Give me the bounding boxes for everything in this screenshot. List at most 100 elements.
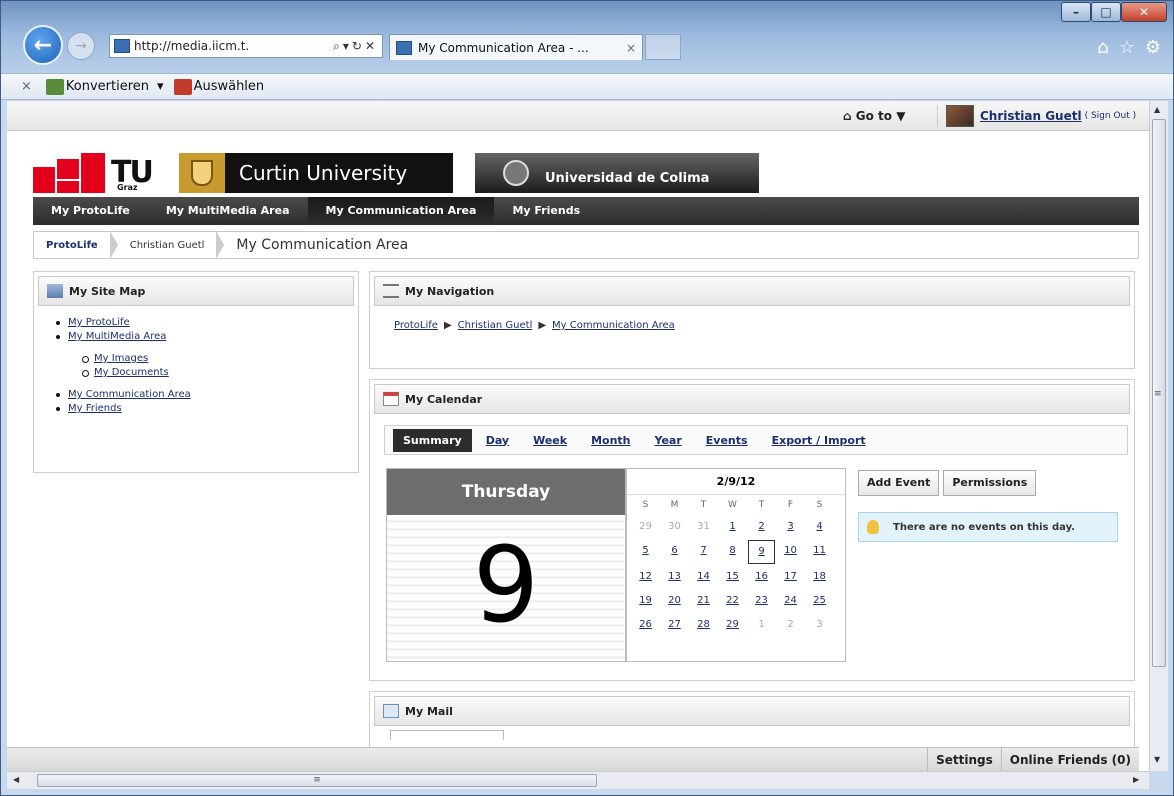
browser-tools: ⌂ ☆ ⚙ (1097, 37, 1161, 58)
tab-week[interactable]: Week (533, 434, 567, 447)
sitemap-my-images[interactable]: My Images (82, 352, 358, 366)
calendar-day[interactable]: 27 (660, 613, 689, 637)
calendar-day[interactable]: 29 (718, 613, 747, 637)
tab-year[interactable]: Year (655, 434, 682, 447)
calendar-day[interactable]: 7 (689, 539, 718, 563)
calendar-day[interactable]: 6 (660, 539, 689, 563)
settings-button[interactable]: Settings (927, 748, 1001, 771)
calendar-day[interactable]: 3 (776, 515, 805, 539)
page-viewport: ⌂ Go to ▼ Christian Guetl ( Sign Out ) T… (7, 101, 1149, 771)
calendar-day[interactable]: 26 (631, 613, 660, 637)
new-tab-button[interactable] (645, 34, 681, 60)
tab-day[interactable]: Day (486, 434, 509, 447)
calendar-day[interactable]: 19 (631, 589, 660, 613)
back-button[interactable]: ← (23, 25, 63, 65)
scroll-up-icon[interactable]: ▲ (1154, 105, 1160, 114)
curtin-crest-icon (179, 153, 225, 193)
close-commandbar-icon[interactable]: × (21, 79, 32, 94)
trail-my-communication-area[interactable]: My Communication Area (552, 320, 675, 331)
calendar-day[interactable]: 8 (718, 539, 747, 563)
page-favicon-icon (114, 39, 130, 53)
calendar-day[interactable]: 10 (776, 539, 805, 563)
tab-events[interactable]: Events (706, 434, 748, 447)
command-bar: × Konvertieren ▾ Auswählen (1, 73, 1173, 100)
horizontal-scroll-thumb[interactable]: ≡ (37, 774, 597, 787)
mail-tab-box[interactable] (390, 730, 504, 740)
nav-my-protolife[interactable]: My ProtoLife (33, 197, 148, 225)
calendar-day[interactable]: 24 (776, 589, 805, 613)
calendar-day[interactable]: 4 (805, 515, 834, 539)
calendar-day[interactable]: 11 (805, 539, 834, 563)
calendar-day[interactable]: 13 (660, 565, 689, 589)
site-topbar: ⌂ Go to ▼ Christian Guetl ( Sign Out ) (7, 101, 1149, 131)
close-icon[interactable]: ✕ (1121, 2, 1167, 22)
minimize-icon[interactable]: – (1061, 2, 1091, 22)
scroll-down-icon[interactable]: ▼ (1154, 755, 1160, 764)
calendar-day[interactable]: 12 (631, 565, 660, 589)
calendar-day[interactable]: 1 (718, 515, 747, 539)
nav-my-friends[interactable]: My Friends (494, 197, 598, 225)
browser-titlebar: – □ ✕ ← → http://media.iicm.t. ⌕▾↻✕ My C… (1, 1, 1173, 73)
nav-my-communication-area[interactable]: My Communication Area (307, 197, 495, 225)
convert-button[interactable]: Konvertieren (66, 79, 149, 94)
online-friends-button[interactable]: Online Friends (0) (1000, 748, 1139, 771)
mini-calendar: 2/9/12 S M T W T F S 29 30 31 1 2 3 4 5 (626, 468, 846, 662)
user-name-link[interactable]: Christian Guetl (980, 109, 1082, 123)
tab-close-icon[interactable]: × (626, 41, 642, 55)
calendar-day-today[interactable]: 9 (748, 540, 775, 564)
calendar-day[interactable]: 21 (689, 589, 718, 613)
address-bar[interactable]: http://media.iicm.t. ⌕▾↻✕ (109, 34, 383, 58)
favorites-icon[interactable]: ☆ (1119, 37, 1135, 58)
navigation-header: My Navigation (374, 276, 1130, 306)
no-events-notice: There are no events on this day. (858, 512, 1118, 542)
calendar-day[interactable]: 18 (805, 565, 834, 589)
calendar-day[interactable]: 28 (689, 613, 718, 637)
gear-icon[interactable]: ⚙ (1145, 37, 1161, 58)
site-map-header: My Site Map (38, 276, 354, 306)
sitemap-my-multimedia-area[interactable]: My MultiMedia Area (56, 330, 358, 344)
maximize-icon[interactable]: □ (1091, 2, 1121, 22)
sign-out-link[interactable]: ( Sign Out ) (1085, 111, 1137, 121)
add-event-button[interactable]: Add Event (858, 470, 940, 496)
browser-window: – □ ✕ ← → http://media.iicm.t. ⌕▾↻✕ My C… (0, 0, 1174, 796)
select-button[interactable]: Auswählen (194, 79, 265, 94)
sitemap-my-communication-area[interactable]: My Communication Area (56, 388, 358, 402)
weekday-header: F (787, 500, 794, 510)
forward-button[interactable]: → (67, 32, 95, 60)
sitemap-my-documents[interactable]: My Documents (82, 366, 358, 380)
tab-export-import[interactable]: Export / Import (772, 434, 866, 447)
sitemap-my-protolife[interactable]: My ProtoLife (56, 316, 358, 330)
goto-menu[interactable]: ⌂ Go to ▼ (843, 109, 905, 123)
calendar-day[interactable]: 20 (660, 589, 689, 613)
calendar-day[interactable]: 22 (718, 589, 747, 613)
calendar-day[interactable]: 15 (718, 565, 747, 589)
tab-my-communication-area[interactable]: My Communication Area - ... × (389, 34, 643, 60)
calendar-day[interactable]: 25 (805, 589, 834, 613)
calendar-day[interactable]: 17 (776, 565, 805, 589)
navigation-trail: ProtoLife ▶ Christian Guetl ▶ My Communicati… (394, 320, 675, 331)
calendar-day[interactable]: 16 (747, 565, 776, 589)
address-tools-icon[interactable]: ⌕▾↻✕ (333, 39, 382, 54)
scroll-left-icon[interactable]: ◀ (13, 775, 19, 784)
sitemap-icon (47, 284, 63, 298)
breadcrumb-protolife[interactable]: ProtoLife (34, 232, 110, 258)
sitemap-my-friends[interactable]: My Friends (56, 402, 358, 416)
calendar-day[interactable]: 23 (747, 589, 776, 613)
home-icon[interactable]: ⌂ (1097, 37, 1108, 58)
colima-seal-icon (503, 160, 529, 186)
tab-summary[interactable]: Summary (393, 428, 472, 452)
mini-calendar-grid: S M T W T F S 29 30 31 1 2 3 4 5 6 7 8 9… (627, 495, 845, 637)
vertical-scrollbar[interactable]: ▲ ≡ ▼ (1149, 101, 1168, 771)
trail-christian-guetl[interactable]: Christian Guetl (458, 320, 533, 331)
calendar-day[interactable]: 5 (631, 539, 660, 563)
convert-dropdown-icon[interactable]: ▾ (157, 79, 164, 94)
breadcrumb-christian-guetl[interactable]: Christian Guetl (118, 232, 217, 258)
calendar-day[interactable]: 14 (689, 565, 718, 589)
tab-month[interactable]: Month (591, 434, 630, 447)
nav-my-multimedia-area[interactable]: My MultiMedia Area (148, 197, 308, 225)
trail-protolife[interactable]: ProtoLife (394, 320, 438, 331)
horizontal-scrollbar[interactable]: ◀ ≡ ▶ (7, 771, 1149, 789)
scroll-right-icon[interactable]: ▶ (1133, 775, 1139, 784)
calendar-day[interactable]: 2 (747, 515, 776, 539)
permissions-button[interactable]: Permissions (943, 470, 1037, 496)
